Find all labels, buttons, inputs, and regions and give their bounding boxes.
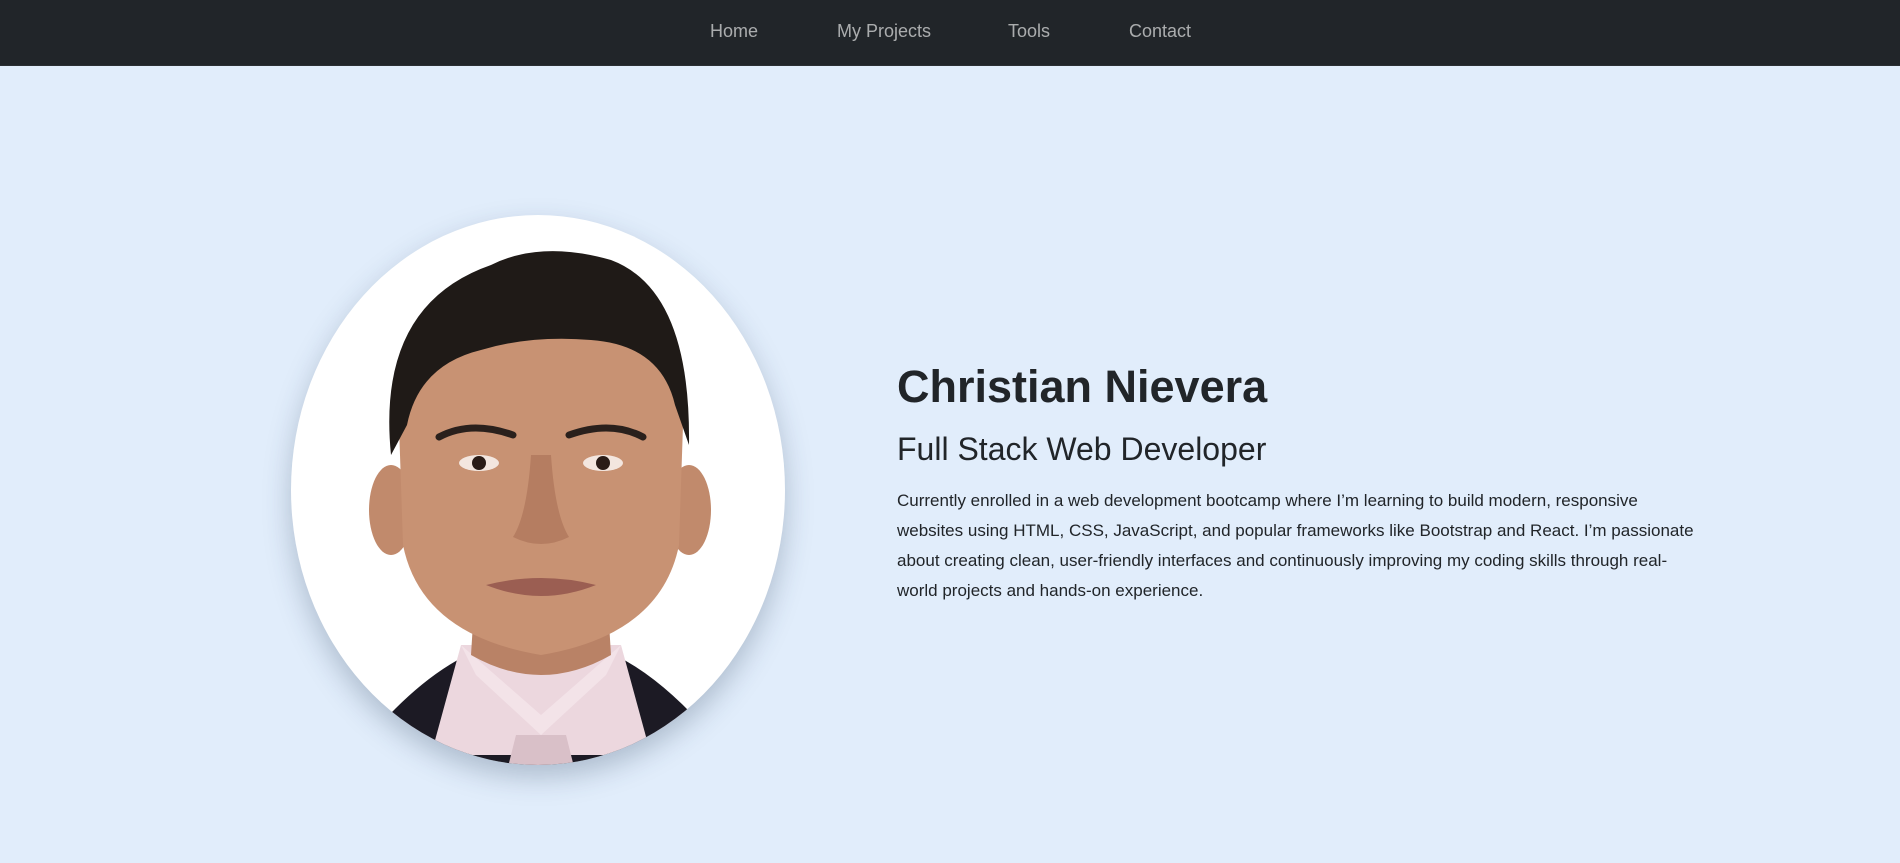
profile-bio: Currently enrolled in a web development …	[897, 491, 1694, 600]
profile-role: Full Stack Web Developer	[897, 431, 1267, 467]
nav-link-home[interactable]: Home	[710, 20, 758, 42]
nav-link-tools[interactable]: Tools	[1008, 20, 1050, 42]
profile-name: Christian Nievera	[897, 361, 1268, 412]
nav-link-my-projects[interactable]: My Projects	[837, 20, 931, 42]
profile-photo	[291, 215, 785, 765]
hero-section: Christian Nievera Full Stack Web Develop…	[0, 66, 1900, 863]
top-navbar: Home My Projects Tools Contact	[0, 0, 1900, 66]
profile-portrait-illustration	[369, 251, 711, 765]
nav-link-contact[interactable]: Contact	[1129, 20, 1191, 42]
